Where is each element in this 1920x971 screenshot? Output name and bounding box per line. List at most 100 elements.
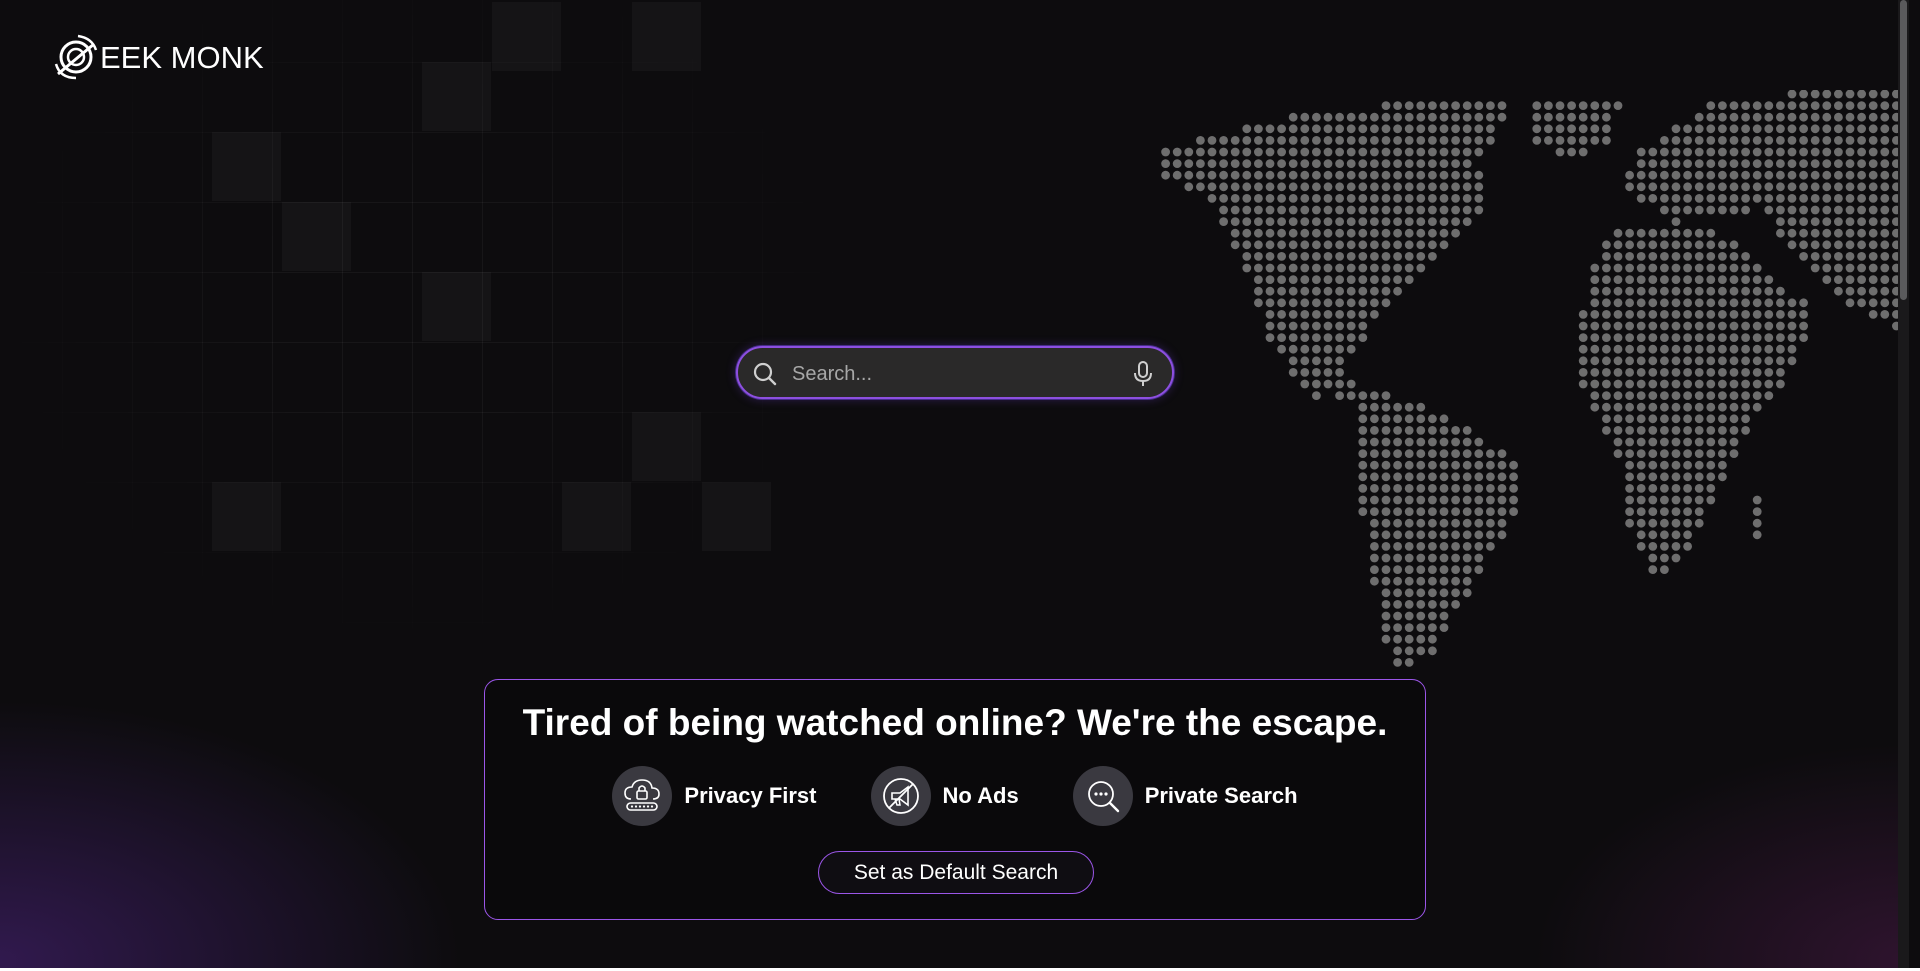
map-dot xyxy=(1671,379,1681,389)
map-dot xyxy=(1474,449,1484,458)
promo-title: Tired of being watched online? We're the… xyxy=(522,702,1388,743)
set-default-search-button[interactable]: Set as Default Search xyxy=(818,851,1094,894)
map-dot xyxy=(1219,170,1228,180)
map-dot xyxy=(1404,170,1414,180)
map-dot xyxy=(1602,252,1611,261)
map-dot xyxy=(1845,275,1855,284)
map-dot xyxy=(1428,136,1437,145)
map-dot xyxy=(1613,286,1623,296)
map-dot xyxy=(1346,379,1356,389)
map-dot xyxy=(1718,402,1727,412)
map-dot xyxy=(1381,391,1391,400)
map-dot xyxy=(1834,170,1843,180)
map-dot xyxy=(1370,484,1379,493)
map-dot xyxy=(1265,182,1275,192)
map-dot xyxy=(1532,136,1542,145)
map-dot xyxy=(1393,228,1402,238)
map-dot xyxy=(1671,356,1681,366)
map-dot xyxy=(1764,333,1774,342)
map-dot xyxy=(1625,460,1634,470)
map-dot xyxy=(1462,147,1472,157)
map-dot xyxy=(1880,112,1890,122)
map-dot xyxy=(1335,321,1344,331)
map-dot xyxy=(1219,147,1228,157)
map-dot xyxy=(1625,379,1634,389)
map-dot xyxy=(1718,286,1727,296)
map-dot xyxy=(1694,333,1704,342)
map-dot xyxy=(1416,101,1426,110)
map-dot xyxy=(1880,228,1890,238)
map-dot xyxy=(1729,194,1739,203)
search-bar[interactable] xyxy=(736,346,1174,399)
map-dot xyxy=(1451,124,1460,134)
map-dot xyxy=(1660,356,1669,366)
map-dot xyxy=(1706,205,1716,215)
map-dot xyxy=(1509,460,1518,470)
map-dot xyxy=(1671,263,1681,273)
map-dot xyxy=(1312,275,1321,284)
map-dot xyxy=(1706,437,1716,447)
map-dot xyxy=(1636,495,1646,505)
map-dot xyxy=(1741,344,1750,354)
map-dot xyxy=(1613,379,1623,389)
map-dot xyxy=(1706,298,1716,308)
map-dot xyxy=(1602,356,1611,366)
map-dot xyxy=(1625,240,1634,250)
map-dot xyxy=(1822,90,1832,99)
map-dot xyxy=(1868,286,1878,296)
map-dot xyxy=(1718,310,1727,319)
map-dot xyxy=(1729,101,1739,110)
map-dot xyxy=(1787,170,1797,180)
map-dot xyxy=(1439,530,1449,540)
map-dot xyxy=(1752,344,1762,354)
map-dot xyxy=(1741,147,1750,157)
map-dot xyxy=(1323,159,1333,168)
map-dot xyxy=(1428,228,1437,238)
map-dot xyxy=(1416,170,1426,180)
map-dot xyxy=(1752,507,1762,516)
map-dot xyxy=(1578,112,1588,122)
map-dot xyxy=(1741,368,1750,377)
map-dot xyxy=(1683,402,1692,412)
map-dot xyxy=(1671,507,1681,516)
map-dot xyxy=(1358,484,1368,493)
vertical-scrollbar[interactable] xyxy=(1898,0,1909,968)
search-input[interactable] xyxy=(790,356,1114,392)
map-dot xyxy=(1810,240,1820,250)
map-dot xyxy=(1300,275,1310,284)
scrollbar-thumb[interactable] xyxy=(1900,0,1907,300)
brand-logo[interactable]: EEK MONK xyxy=(54,34,264,80)
map-dot xyxy=(1636,379,1646,389)
map-dot xyxy=(1451,449,1460,458)
map-dot xyxy=(1242,170,1252,180)
map-dot xyxy=(1834,101,1843,110)
map-dot xyxy=(1613,263,1623,273)
map-dot xyxy=(1718,159,1727,168)
map-dot xyxy=(1393,147,1402,157)
map-dot xyxy=(1323,112,1333,122)
map-dot xyxy=(1254,286,1263,296)
map-dot xyxy=(1776,321,1785,331)
microphone-icon[interactable] xyxy=(1130,360,1156,388)
map-dot xyxy=(1613,449,1623,458)
map-dot xyxy=(1416,437,1426,447)
map-dot xyxy=(1648,194,1658,203)
map-dot xyxy=(1671,333,1681,342)
map-dot xyxy=(1393,194,1402,203)
map-dot xyxy=(1694,437,1704,447)
map-dot xyxy=(1358,124,1368,134)
map-dot xyxy=(1462,484,1472,493)
map-dot xyxy=(1741,252,1750,261)
map-dot xyxy=(1462,565,1472,574)
map-dot xyxy=(1834,205,1843,215)
map-dot xyxy=(1706,194,1716,203)
map-dot xyxy=(1474,518,1484,528)
map-dot xyxy=(1718,252,1727,261)
map-dot xyxy=(1335,147,1344,157)
map-dot xyxy=(1497,101,1507,110)
map-dot xyxy=(1474,112,1484,122)
map-dot xyxy=(1451,170,1460,180)
feature-label: Privacy First xyxy=(684,783,817,808)
map-dot xyxy=(1822,205,1832,215)
map-dot xyxy=(1636,437,1646,447)
